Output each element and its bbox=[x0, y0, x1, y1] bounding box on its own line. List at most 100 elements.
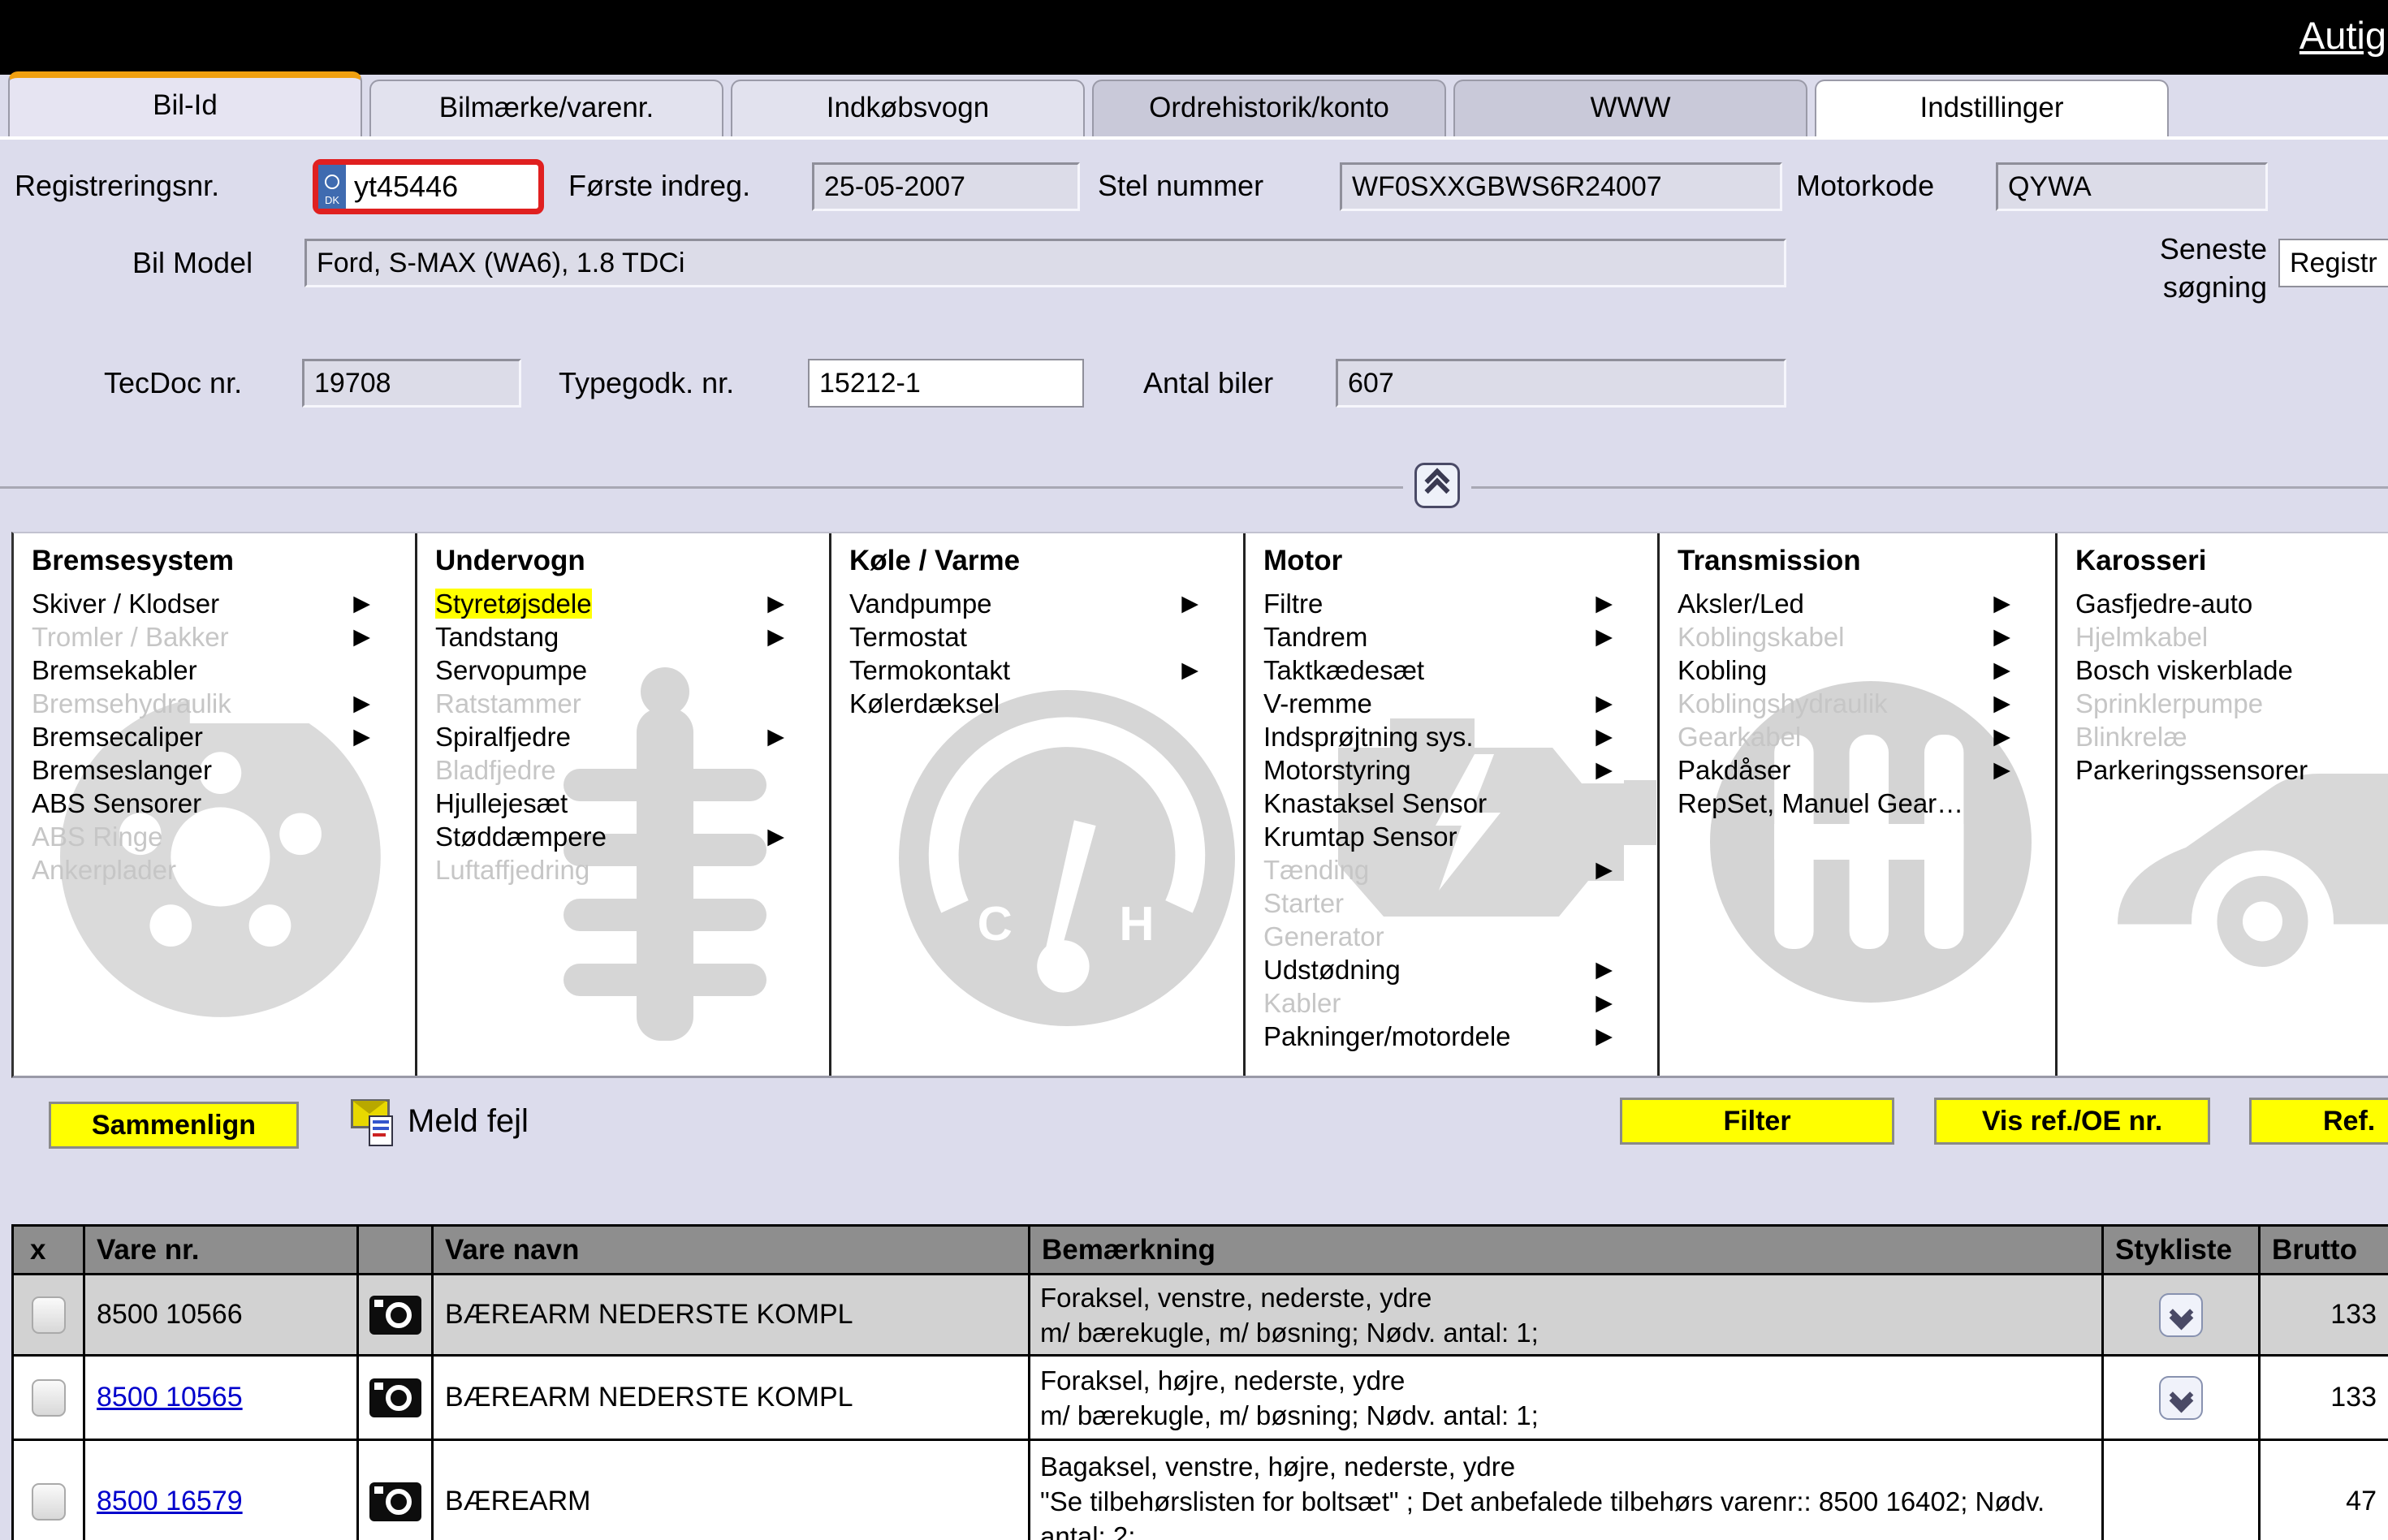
category-item[interactable]: Termostat bbox=[849, 620, 1243, 654]
category-item[interactable]: Støddæmpere▶ bbox=[435, 820, 829, 853]
tab-indstillinger[interactable]: Indstillinger bbox=[1815, 80, 2169, 136]
category-item[interactable]: Luftaffjedring bbox=[435, 853, 829, 886]
report-error-label: Meld fejl bbox=[408, 1103, 529, 1140]
category-item[interactable]: Tandrem▶ bbox=[1263, 620, 1657, 654]
row-checkbox[interactable] bbox=[32, 1379, 66, 1417]
category-item[interactable]: Ankerplader bbox=[32, 853, 415, 886]
category-item-label: Bremseslanger bbox=[32, 755, 212, 785]
category-item[interactable]: Spiralfjedre▶ bbox=[435, 720, 829, 753]
category-item[interactable]: Krumtap Sensor bbox=[1263, 820, 1657, 853]
submenu-arrow-icon: ▶ bbox=[767, 820, 784, 853]
category-item[interactable]: V-remme▶ bbox=[1263, 687, 1657, 720]
ref-button[interactable]: Ref. bbox=[2249, 1098, 2388, 1145]
category-item[interactable]: Motorstyring▶ bbox=[1263, 753, 1657, 787]
tab-bilmaerke-varenr[interactable]: Bilmærke/varenr. bbox=[369, 80, 723, 136]
category-item[interactable]: Hjullejesæt bbox=[435, 787, 829, 820]
category-item[interactable]: Filtre▶ bbox=[1263, 587, 1657, 620]
category-item[interactable]: Koblingskabel▶ bbox=[1678, 620, 2055, 654]
tab-bil-id[interactable]: Bil-Id bbox=[8, 71, 362, 136]
camera-icon[interactable] bbox=[369, 1296, 421, 1335]
row-checkbox[interactable] bbox=[32, 1296, 66, 1334]
category-item[interactable]: Kobling▶ bbox=[1678, 654, 2055, 687]
category-item[interactable]: Pakdåser▶ bbox=[1678, 753, 2055, 787]
reg-label: Registreringsnr. bbox=[15, 169, 219, 203]
category-item[interactable]: Hjelmkabel bbox=[2075, 620, 2388, 654]
category-item[interactable]: Skiver / Klodser▶ bbox=[32, 587, 415, 620]
category-item[interactable]: Bremseslanger bbox=[32, 753, 415, 787]
category-item[interactable]: Tænding▶ bbox=[1263, 853, 1657, 886]
category-item-label: Tandstang bbox=[435, 622, 559, 652]
row-checkbox[interactable] bbox=[32, 1483, 66, 1521]
category-item-label: Ankerplader bbox=[32, 855, 176, 885]
category-item[interactable]: Koblingshydraulik▶ bbox=[1678, 687, 2055, 720]
category-item[interactable]: Pakninger/motordele▶ bbox=[1263, 1020, 1657, 1053]
category-item[interactable]: Bremsecaliper▶ bbox=[32, 720, 415, 753]
submenu-arrow-icon: ▶ bbox=[1993, 587, 2010, 620]
camera-icon[interactable] bbox=[369, 1378, 421, 1417]
category-item[interactable]: Termokontakt▶ bbox=[849, 654, 1243, 687]
category-item[interactable]: Bosch viskerblade bbox=[2075, 654, 2388, 687]
bom-expand-button[interactable] bbox=[2159, 1376, 2203, 1420]
category-item[interactable]: Kølerdæksel bbox=[849, 687, 1243, 720]
part-number-link[interactable]: 8500 10565 bbox=[97, 1382, 243, 1413]
category-item[interactable]: ABS Ringe bbox=[32, 820, 415, 853]
part-number: 8500 10566 bbox=[97, 1299, 243, 1331]
category-item-label: Motorstyring bbox=[1263, 755, 1411, 785]
category-item[interactable]: Styretøjsdele▶ bbox=[435, 587, 829, 620]
tab-bar: Bil-Id Bilmærke/varenr. Indkøbsvogn Ordr… bbox=[0, 75, 2388, 140]
category-item-label: Kobling bbox=[1678, 655, 1767, 685]
tab-indkobsvogn[interactable]: Indkøbsvogn bbox=[731, 80, 1085, 136]
autig-link[interactable]: Autig bbox=[2299, 13, 2386, 58]
collapse-panel-button[interactable] bbox=[1414, 463, 1460, 508]
category-item[interactable]: Blinkrelæ bbox=[2075, 720, 2388, 753]
category-item[interactable]: Bremsehydraulik▶ bbox=[32, 687, 415, 720]
show-ref-oe-button[interactable]: Vis ref./OE nr. bbox=[1934, 1098, 2210, 1145]
category-item[interactable]: Gearkabel▶ bbox=[1678, 720, 2055, 753]
category-item[interactable]: Servopumpe bbox=[435, 654, 829, 687]
category-item-label: Taktkædesæt bbox=[1263, 655, 1424, 685]
category-title: Bremsesystem bbox=[32, 545, 415, 577]
part-name: BÆREARM NEDERSTE KOMPL bbox=[445, 1299, 853, 1331]
category-item[interactable]: Gasfjedre-auto bbox=[2075, 587, 2388, 620]
first-reg-label: Første indreg. bbox=[568, 169, 750, 203]
category-item[interactable]: Ratstammer bbox=[435, 687, 829, 720]
category-item[interactable]: Sprinklerpumpe bbox=[2075, 687, 2388, 720]
category-item[interactable]: Generator bbox=[1263, 920, 1657, 953]
category-item[interactable]: Tandstang▶ bbox=[435, 620, 829, 654]
divider-line-left bbox=[0, 486, 1403, 489]
category-item[interactable]: Aksler/Led▶ bbox=[1678, 587, 2055, 620]
last-search-label-line2: søgning bbox=[2163, 270, 2267, 304]
category-item[interactable]: Indsprøjtning sys.▶ bbox=[1263, 720, 1657, 753]
category-item-label: Generator bbox=[1263, 921, 1384, 951]
category-item[interactable]: Knastaksel Sensor bbox=[1263, 787, 1657, 820]
registration-input[interactable]: DK yt45446 bbox=[313, 159, 544, 214]
part-number-link[interactable]: 8500 16579 bbox=[97, 1486, 243, 1517]
remark-line2: m/ bærekugle, m/ bøsning; Nødv. antal: 1… bbox=[1040, 1400, 1539, 1430]
submenu-arrow-icon: ▶ bbox=[767, 720, 784, 753]
remark-line2: m/ bærekugle, m/ bøsning; Nødv. antal: 1… bbox=[1040, 1318, 1539, 1348]
tab-ordrehistorik-konto[interactable]: Ordrehistorik/konto bbox=[1092, 80, 1446, 136]
camera-icon[interactable] bbox=[369, 1482, 421, 1521]
category-item[interactable]: Kabler▶ bbox=[1263, 986, 1657, 1020]
report-error-button[interactable]: Meld fejl bbox=[351, 1093, 562, 1150]
category-item[interactable]: Vandpumpe▶ bbox=[849, 587, 1243, 620]
tab-www[interactable]: WWW bbox=[1453, 80, 1807, 136]
category-item[interactable]: RepSet, Manuel Gear… bbox=[1678, 787, 2055, 820]
type-approval-input[interactable]: 15212-1 bbox=[808, 359, 1084, 408]
category-item[interactable]: Tromler / Bakker▶ bbox=[32, 620, 415, 654]
category-item[interactable]: Udstødning▶ bbox=[1263, 953, 1657, 986]
category-item-label: Bladfjedre bbox=[435, 755, 556, 785]
category-title: Køle / Varme bbox=[849, 545, 1243, 577]
category-item[interactable]: Bremsekabler bbox=[32, 654, 415, 687]
bom-expand-button[interactable] bbox=[2159, 1293, 2203, 1337]
filter-button[interactable]: Filter bbox=[1620, 1098, 1894, 1145]
category-item[interactable]: Bladfjedre bbox=[435, 753, 829, 787]
last-search-select[interactable]: Registr bbox=[2278, 239, 2388, 287]
category-item[interactable]: ABS Sensorer bbox=[32, 787, 415, 820]
category-item-label: Starter bbox=[1263, 888, 1344, 918]
category-item[interactable]: Starter bbox=[1263, 886, 1657, 920]
category-item[interactable]: Taktkædesæt bbox=[1263, 654, 1657, 687]
compare-button[interactable]: Sammenlign bbox=[49, 1102, 299, 1149]
category-item[interactable]: Parkeringssensorer bbox=[2075, 753, 2388, 787]
gross-price: 47 bbox=[2346, 1486, 2377, 1517]
